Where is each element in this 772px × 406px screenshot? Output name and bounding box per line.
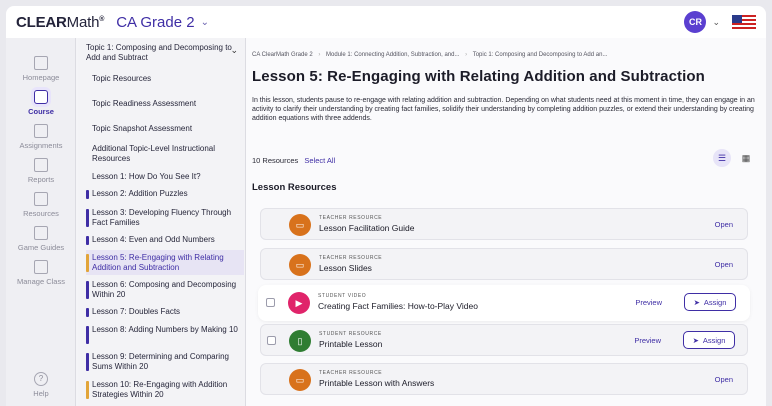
lesson-description: In this lesson, students pause to re-eng… (252, 97, 755, 122)
breadcrumb-item-2[interactable]: Module 1: Connecting Addition, Subtracti… (326, 52, 459, 58)
nav-resources[interactable]: Resources (6, 192, 76, 218)
resource-type: TEACHER RESOURCE (319, 370, 383, 376)
user-avatar[interactable]: CR (684, 11, 707, 33)
list-view-icon[interactable]: ☰ (713, 149, 731, 167)
top-bar: CLEARMath® CA Grade 2 ⌄ CR ⌄ (6, 6, 766, 38)
lesson-item-4[interactable]: Lesson 4: Even and Odd Numbers (86, 235, 242, 245)
resource-title[interactable]: Printable Lesson with Answers (319, 378, 434, 388)
chevron-down-icon: ⌄ (200, 16, 209, 28)
nav-course[interactable]: Course (6, 90, 76, 116)
resource-row: ▶ STUDENT VIDEO Creating Fact Families: … (260, 287, 748, 319)
topic-dropdown[interactable]: Topic 1: Composing and Decomposing to Ad… (86, 43, 238, 63)
resource-row: ▭ TEACHER RESOURCE Lesson Facilitation G… (260, 208, 748, 240)
grade-selector[interactable]: CA Grade 2 ⌄ (116, 14, 209, 31)
lesson-item-5[interactable]: Lesson 5: Re-Engaging with Relating Addi… (86, 253, 242, 273)
home-icon (34, 56, 48, 70)
lesson-main-panel: CA ClearMath Grade 2 › Module 1: Connect… (246, 38, 766, 406)
topic-item-readiness-assessment[interactable]: Topic Readiness Assessment (92, 99, 242, 109)
resource-type: TEACHER RESOURCE (319, 255, 383, 261)
nav-rail: Homepage Course Assignments Reports Reso… (6, 38, 76, 406)
resource-type: STUDENT VIDEO (318, 293, 367, 299)
resources-icon (34, 192, 48, 206)
resource-row: ▯ STUDENT RESOURCE Printable Lesson Prev… (260, 324, 748, 356)
lesson-item-9[interactable]: Lesson 9: Determining and Comparing Sums… (86, 352, 242, 372)
lesson-item-7[interactable]: Lesson 7: Doubles Facts (86, 307, 242, 317)
send-icon: ➤ (692, 335, 699, 345)
book-icon: ▭ (289, 214, 311, 236)
topic-item-snapshot-assessment[interactable]: Topic Snapshot Assessment (92, 124, 242, 134)
breadcrumb-item-3[interactable]: Topic 1: Composing and Decomposing to Ad… (473, 52, 608, 58)
breadcrumb-item-1[interactable]: CA ClearMath Grade 2 (252, 52, 313, 58)
open-button[interactable]: Open (715, 375, 733, 384)
topic-item-additional-resources[interactable]: Additional Topic-Level Instructional Res… (92, 144, 242, 164)
nav-homepage[interactable]: Homepage (6, 56, 76, 82)
lesson-item-8[interactable]: Lesson 8: Adding Numbers by Making 10 (86, 325, 242, 344)
view-toggle: ☰ ▦ (713, 149, 757, 167)
chevron-down-icon: ⌄ (230, 45, 238, 55)
chevron-right-icon: › (465, 52, 468, 58)
preview-button[interactable]: Preview (635, 298, 662, 307)
topic-lesson-list: Topic 1: Composing and Decomposing to Ad… (78, 38, 246, 406)
book-icon: ▭ (289, 254, 311, 276)
resource-type: STUDENT RESOURCE (319, 331, 382, 337)
play-icon: ▶ (288, 292, 310, 314)
lesson-item-1[interactable]: Lesson 1: How Do You See It? (92, 172, 242, 182)
open-button[interactable]: Open (715, 220, 733, 229)
lesson-item-2[interactable]: Lesson 2: Addition Puzzles (86, 189, 242, 199)
assign-button[interactable]: ➤ Assign (683, 331, 735, 349)
manage-class-icon (34, 260, 48, 274)
breadcrumb: CA ClearMath Grade 2 › Module 1: Connect… (252, 52, 607, 58)
lesson-item-6[interactable]: Lesson 6: Composing and Decomposing With… (86, 280, 242, 300)
resource-row: ▭ TEACHER RESOURCE Printable Lesson with… (260, 363, 748, 395)
app-body: Homepage Course Assignments Reports Reso… (6, 38, 766, 406)
topic-item-resources[interactable]: Topic Resources (92, 74, 242, 84)
page-title: Lesson 5: Re-Engaging with Relating Addi… (252, 68, 705, 85)
assign-button[interactable]: ➤ Assign (684, 293, 736, 311)
resource-title[interactable]: Lesson Slides (319, 263, 372, 273)
reports-icon (34, 158, 48, 172)
nav-manage-class[interactable]: Manage Class (6, 260, 76, 286)
clearmath-logo[interactable]: CLEARMath® (16, 14, 104, 31)
grade-label: CA Grade 2 (116, 13, 195, 31)
resource-type: TEACHER RESOURCE (319, 215, 383, 221)
help-icon: ? (34, 372, 48, 386)
resource-title[interactable]: Lesson Facilitation Guide (319, 223, 414, 233)
lesson-item-10[interactable]: Lesson 10: Re-Engaging with Addition Str… (86, 380, 242, 400)
grid-view-icon[interactable]: ▦ (737, 149, 755, 167)
nav-help[interactable]: ? Help (6, 372, 76, 398)
resource-checkbox[interactable] (266, 298, 275, 307)
resource-title[interactable]: Printable Lesson (319, 339, 382, 349)
assignments-icon (34, 124, 48, 138)
game-guides-icon (34, 226, 48, 240)
nav-assignments[interactable]: Assignments (6, 124, 76, 150)
send-icon: ➤ (693, 297, 700, 307)
resource-checkbox[interactable] (267, 336, 276, 345)
select-all-link[interactable]: Select All (304, 156, 335, 165)
document-icon: ▯ (289, 330, 311, 352)
nav-reports[interactable]: Reports (6, 158, 76, 184)
lesson-item-3[interactable]: Lesson 3: Developing Fluency Through Fac… (86, 208, 242, 228)
resource-row: ▭ TEACHER RESOURCE Lesson Slides Open (260, 248, 748, 280)
course-icon (34, 90, 48, 104)
section-title: Lesson Resources (252, 182, 337, 193)
resource-title[interactable]: Creating Fact Families: How-to-Play Vide… (318, 301, 478, 311)
resource-count: 10 Resources Select All (252, 156, 336, 165)
chevron-right-icon: › (318, 52, 321, 58)
open-button[interactable]: Open (715, 260, 733, 269)
preview-button[interactable]: Preview (634, 336, 661, 345)
chevron-down-icon[interactable]: ⌄ (712, 17, 720, 28)
book-icon: ▭ (289, 369, 311, 391)
nav-game-guides[interactable]: Game Guides (6, 226, 76, 252)
us-flag-icon[interactable] (732, 15, 756, 29)
